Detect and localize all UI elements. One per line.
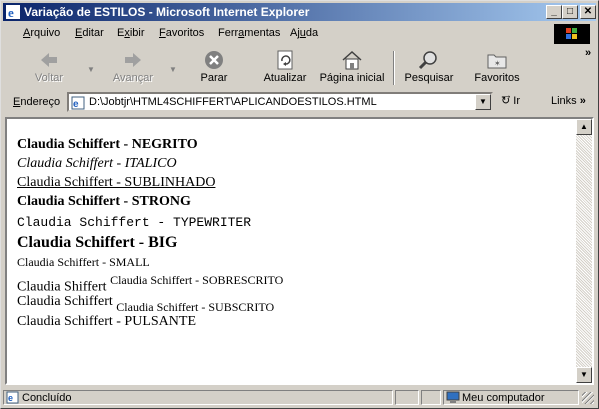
links-button[interactable]: Links » [551,95,586,107]
html-page-icon: e [71,96,85,110]
superscript-line: Claudia Shiffert Claudia Schiffert - SOB… [17,273,284,295]
my-computer-icon [446,391,460,403]
page-done-icon: e [6,391,19,404]
menu-arquivo[interactable]: Arquivo [23,27,60,39]
windows-logo-icon [554,24,590,44]
menu-favoritos[interactable]: Favoritos [159,27,204,39]
status-panel-empty [421,390,441,405]
favorites-button[interactable]: ✶ Favoritos [469,49,525,87]
standard-toolbar: Voltar ▼ Avançar ▼ Parar Atualizar Págin… [3,47,596,89]
home-button[interactable]: Página inicial [317,49,387,87]
zone-panel: Meu computador [443,390,579,405]
subscript-text: Claudia Schiffert - SUBSCRITO [116,299,275,314]
subscript-line: Claudia Schiffert Claudia Schiffert - SU… [17,294,275,314]
italic-text: Claudia Schiffert - ITALICO [17,156,177,171]
scroll-up-button[interactable]: ▲ [576,119,592,135]
document-body: Claudia Schiffert - NEGRITO Claudia Schi… [17,137,283,334]
status-panel: e Concluído [3,390,393,405]
big-text: Claudia Schiffert - BIG [17,234,178,251]
back-dropdown-icon[interactable]: ▼ [87,65,95,74]
menu-ajuda[interactable]: Ajuda [290,27,318,39]
address-dropdown-button[interactable]: ▼ [475,94,491,110]
superscript-text: Claudia Schiffert - SOBRESCRITO [110,273,284,287]
underline-text: Claudia Schiffert - SUBLINHADO [17,175,216,190]
svg-text:e: e [73,99,79,110]
page-content: Claudia Schiffert - NEGRITO Claudia Schi… [5,117,594,385]
stop-icon [205,51,223,69]
toolbar-separator [393,51,395,85]
back-button[interactable]: Voltar [17,49,81,87]
back-arrow-icon [41,53,57,67]
vertical-scrollbar[interactable]: ▲ ▼ [576,119,592,383]
svg-text:✶: ✶ [494,59,501,68]
address-bar: Endereço e D:\Jobtjr\HTML4SCHIFFERT\APLI… [3,91,596,113]
strong-text: Claudia Schiffert - STRONG [17,194,191,209]
resize-grip[interactable] [582,392,594,404]
title-bar[interactable]: e Variação de ESTILOS - Microsoft Intern… [3,3,596,21]
home-icon [342,50,362,70]
menu-editar[interactable]: Editar [75,27,104,39]
close-button[interactable]: ✕ [580,5,596,19]
address-input[interactable]: e D:\Jobtjr\HTML4SCHIFFERT\APLICANDOESTI… [67,92,493,112]
zone-text: Meu computador [462,392,545,404]
go-arrow-icon: ↻⃗ [501,95,511,107]
window-title: Variação de ESTILOS - Microsoft Internet… [24,5,310,19]
small-text: Claudia Schiffert - SMALL [17,255,150,269]
blink-text: Claudia Schiffert - PULSANTE [17,314,196,329]
search-button[interactable]: Pesquisar [399,49,459,87]
svg-text:e: e [8,5,14,19]
forward-arrow-icon [125,53,141,67]
svg-text:e: e [8,393,13,403]
forward-button[interactable]: Avançar [99,49,167,87]
status-bar: e Concluído Meu computador [3,389,596,406]
address-url: D:\Jobtjr\HTML4SCHIFFERT\APLICANDOESTILO… [89,96,377,108]
internet-explorer-icon: e [6,5,20,19]
forward-dropdown-icon[interactable]: ▼ [169,65,177,74]
menu-ferramentas[interactable]: Ferramentas [218,27,280,39]
refresh-icon [277,50,293,70]
favorites-folder-icon: ✶ [487,54,507,69]
go-button[interactable]: ↻⃗ Ir [501,94,520,107]
minimize-button[interactable]: _ [546,5,562,19]
typewriter-text: Claudia Schiffert - TYPEWRITER [17,215,252,230]
toolbar-chevron-icon[interactable]: » [585,47,591,59]
address-label: Endereço [13,96,61,108]
scroll-down-button[interactable]: ▼ [576,367,592,383]
bold-text: Claudia Schiffert - NEGRITO [17,137,198,152]
stop-button[interactable]: Parar [189,49,239,87]
menu-bar: Arquivo Editar Exibir Favoritos Ferramen… [3,23,596,45]
status-text: Concluído [22,392,72,404]
status-panel-empty [395,390,419,405]
search-icon [418,51,437,70]
menu-exibir[interactable]: Exibir [117,27,145,39]
browser-window: e Variação de ESTILOS - Microsoft Intern… [0,0,599,409]
refresh-button[interactable]: Atualizar [257,49,313,87]
maximize-button[interactable]: □ [562,5,578,19]
